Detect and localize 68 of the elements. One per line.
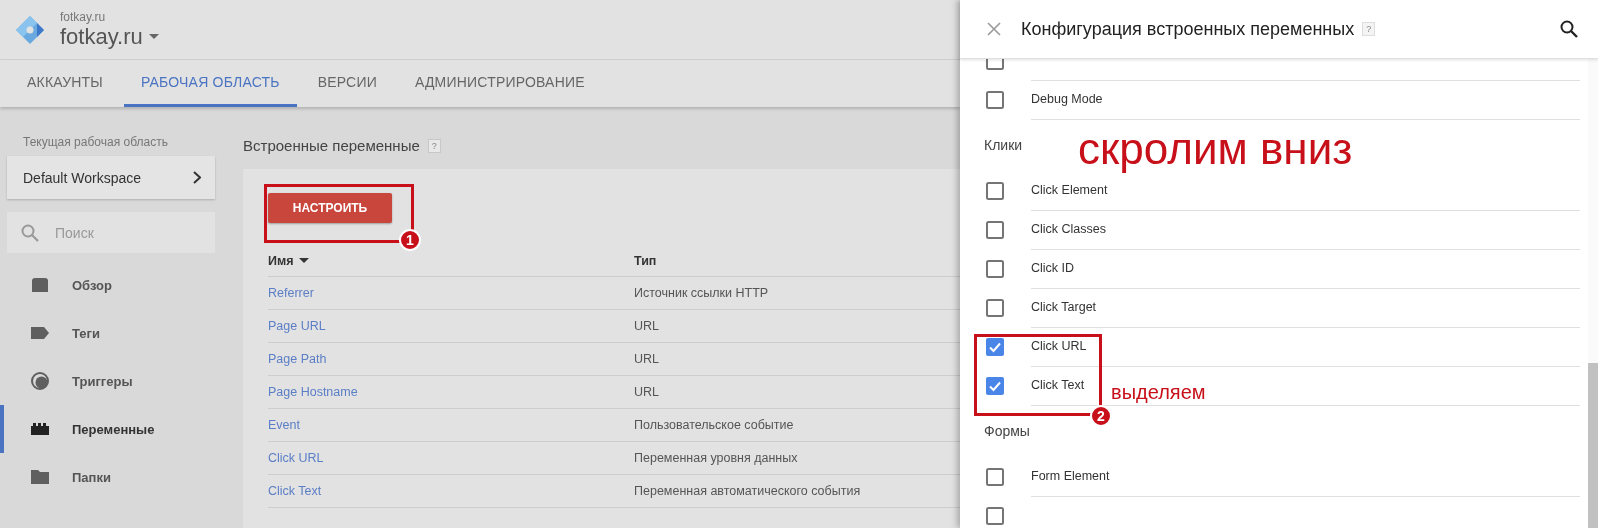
variable-option[interactable]: Form Element <box>1031 469 1110 483</box>
table-cell: Переменная автоматического события <box>634 484 861 498</box>
nav-tab[interactable]: РАБОЧАЯ ОБЛАСТЬ <box>123 60 297 107</box>
table-cell: Переменная уровня данных <box>634 451 798 465</box>
annotation-text: скролим вниз <box>1078 124 1353 174</box>
blocks-icon <box>30 422 50 436</box>
variable-link[interactable]: Click URL <box>268 451 324 465</box>
diamond-logo <box>14 13 46 46</box>
section-title: Встроенные переменные <box>243 137 420 154</box>
variable-link[interactable]: Event <box>268 418 300 432</box>
caret-icon[interactable] <box>148 33 159 40</box>
table-cell: URL <box>634 385 659 399</box>
annotation-text: выделяем <box>1111 381 1206 404</box>
configure-button[interactable]: НАСТРОИТЬ <box>268 193 392 223</box>
sort-icon[interactable] <box>298 257 309 264</box>
sidebar-item[interactable]: Теги <box>0 309 230 357</box>
help-icon[interactable]: ? <box>427 138 441 153</box>
sidebar-item[interactable]: Обзор <box>0 261 230 309</box>
chevron-icon <box>193 171 201 184</box>
nav-tab[interactable]: АДМИНИСТРИРОВАНИЕ <box>397 60 602 107</box>
account-name: fotkay.ru <box>60 9 107 24</box>
variable-link[interactable]: Page URL <box>268 319 326 333</box>
table-cell: URL <box>634 319 659 333</box>
variable-link[interactable]: Page Path <box>268 352 327 366</box>
checkbox[interactable] <box>986 376 1004 395</box>
variable-link[interactable]: Click Text <box>268 484 322 498</box>
nav-tab[interactable]: АККАУНТЫ <box>10 60 120 107</box>
checkbox[interactable] <box>986 337 1004 356</box>
variable-option[interactable]: Click Target <box>1031 300 1097 314</box>
folder-icon <box>30 469 50 485</box>
table-cell: URL <box>634 352 659 366</box>
variable-option[interactable]: Click Element <box>1031 183 1108 197</box>
workspace-label: Текущая рабочая область <box>22 135 169 149</box>
variable-option[interactable]: Click Text <box>1031 378 1085 392</box>
checkbox[interactable] <box>986 181 1004 200</box>
variable-option[interactable]: Click ID <box>1031 261 1075 275</box>
checkbox[interactable] <box>986 90 1004 109</box>
variable-option[interactable]: Click URL <box>1031 339 1087 353</box>
search-icon <box>21 223 39 242</box>
container-name[interactable]: fotkay.ru <box>60 23 143 50</box>
table-cell: Пользовательское событие <box>634 418 794 432</box>
search-icon[interactable] <box>1560 20 1578 38</box>
column-header[interactable]: Имя <box>268 253 294 268</box>
section-heading: Формы <box>984 423 1030 439</box>
variable-link[interactable]: Page Hostname <box>268 385 358 399</box>
section-heading: Клики <box>984 137 1023 153</box>
tag-icon <box>30 326 50 340</box>
sidebar-item[interactable]: Триггеры <box>0 357 230 405</box>
trigger-icon <box>30 371 50 391</box>
inbox-icon <box>30 277 50 293</box>
checkbox[interactable] <box>986 467 1004 486</box>
checkbox[interactable] <box>986 507 1004 525</box>
workspace-selector[interactable]: Default Workspace <box>7 156 215 199</box>
checkbox[interactable] <box>986 220 1004 239</box>
variable-option[interactable]: Debug Mode <box>1031 92 1103 106</box>
column-header: Тип <box>634 253 657 268</box>
table-cell: Источник ссылки HTTP <box>634 286 769 300</box>
checkbox[interactable] <box>986 298 1004 317</box>
close-icon[interactable] <box>987 22 1001 36</box>
nav-tab[interactable]: ВЕРСИИ <box>300 60 394 107</box>
variable-link[interactable]: Referrer <box>268 286 314 300</box>
checkbox[interactable] <box>986 259 1004 278</box>
variable-option[interactable]: Click Classes <box>1031 222 1106 236</box>
sidebar-item[interactable]: Папки <box>0 453 230 501</box>
scrollbar-thumb[interactable] <box>1588 363 1598 528</box>
sidebar-item[interactable]: Переменные <box>0 405 230 453</box>
help-icon[interactable]: ? <box>1362 22 1376 36</box>
panel-title: Конфигурация встроенных переменных <box>1021 18 1355 40</box>
